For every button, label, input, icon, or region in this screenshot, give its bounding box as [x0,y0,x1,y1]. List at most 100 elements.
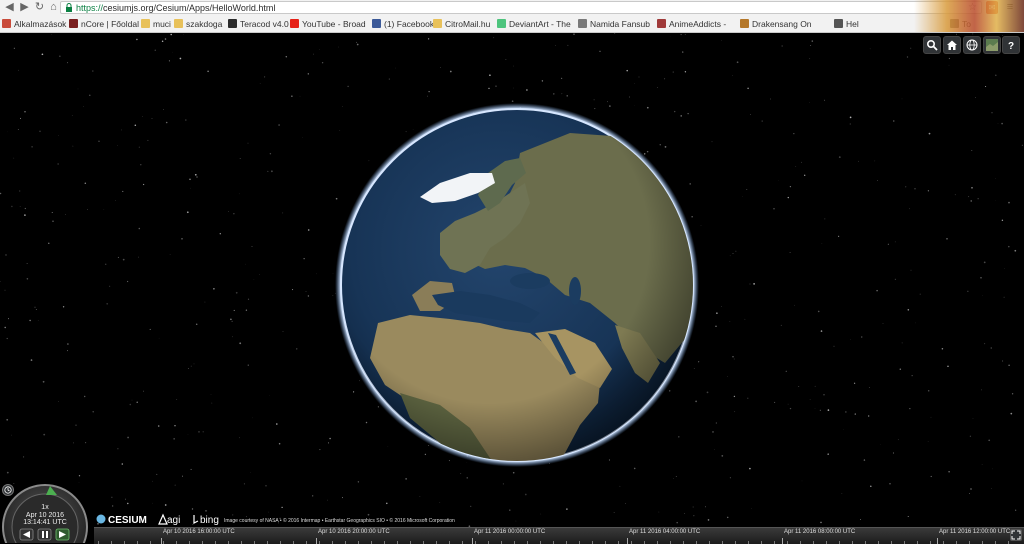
bookmarks-bar: Alkalmazások nCore | Főoldal muci szakdoga T… [0,16,1024,32]
bookmark-favicon-icon [657,19,666,28]
timeline-tick [627,538,628,544]
scene-mode-globe-icon [966,39,978,51]
navigation-bar: ◀ ▶ ↻ ⌂ https://cesiumjs.org/Cesium/Apps… [0,0,1024,16]
bookmark-favicon-icon [141,19,150,28]
timeline-tick [472,538,473,544]
bookmark-favicon-icon [497,19,506,28]
timeline-tick-label: Apr 11 2016 00:00:00 UTC [474,529,545,535]
navigation-help-button[interactable]: ? [1002,36,1020,54]
clock-readout: 1x Apr 10 2016 13:14:41 UTC [18,504,72,527]
globe[interactable] [0,33,1024,543]
bookmark-item[interactable]: DeviantArt - The [497,18,571,30]
url-text: https://cesiumjs.org/Cesium/Apps/HelloWo… [76,2,275,14]
home-icon [946,39,958,51]
bookmark-favicon-icon [950,19,959,28]
timeline-tick-label: Apr 11 2016 12:00:00 UTC [939,529,1010,535]
bookmark-label: AnimeAddicts - [669,19,726,29]
bookmark-label: Namida Fansub [590,19,650,29]
bookmark-favicon-icon [834,19,843,28]
bookmark-label: muci [153,19,171,29]
fullscreen-button[interactable] [1010,529,1022,541]
bookmark-item[interactable]: YouTube - Broad [290,18,366,30]
play-forward-button[interactable] [56,529,69,540]
cesium-viewer[interactable] [0,33,1024,543]
bookmark-label: Drakensang On [752,19,812,29]
bookmark-item[interactable]: AnimeAddicts - [657,18,726,30]
bookmark-label: CitroMail.hu [445,19,490,29]
clock-time: 13:14:41 UTC [18,519,72,527]
back-icon[interactable]: ◀ [3,1,16,14]
bookmark-item[interactable]: Alkalmazások [2,18,66,30]
bookmark-label: DeviantArt - The [509,19,571,29]
base-layer-picker-icon [986,39,998,51]
reload-icon[interactable]: ↻ [33,1,46,14]
credit-logos: CESIUM agi bing [96,512,221,526]
extension-icon[interactable]: ✉ [986,1,998,14]
bookmark-item[interactable]: To [950,18,971,30]
home-page-icon[interactable]: ⌂ [47,1,60,14]
base-layer-picker-button[interactable] [983,36,1001,54]
bookmark-label: (1) Facebook [384,19,434,29]
bookmark-label: To [962,19,971,29]
url-scheme: https:// [76,3,103,13]
bookmark-favicon-icon [740,19,749,28]
bookmark-item[interactable]: Drakensang On [740,18,812,30]
bookmark-label: nCore | Főoldal [81,19,139,29]
timeline-tick [316,538,317,544]
svg-text:?: ? [1008,41,1014,51]
scene-mode-button[interactable] [963,36,981,54]
agi-logo-icon [159,515,167,524]
bookmark-item[interactable]: (1) Facebook [372,18,434,30]
bookmark-item[interactable]: szakdoga [174,18,222,30]
cesium-logo[interactable]: CESIUM [108,515,147,526]
timeline-tick [937,538,938,544]
timeline-tick-label: Apr 10 2016 20:00:00 UTC [318,529,390,535]
home-button[interactable] [943,36,961,54]
timeline-tick [782,538,783,544]
bookmark-favicon-icon [69,19,78,28]
bookmark-label: Teracod v4.0 [240,19,289,29]
bookmark-label: Hel [846,19,859,29]
forward-icon[interactable]: ▶ [18,1,31,14]
bookmark-favicon-icon [228,19,237,28]
clock-date: Apr 10 2016 [18,512,72,520]
bookmark-item[interactable]: muci [141,18,171,30]
bookmark-item[interactable]: Namida Fansub [578,18,650,30]
bookmark-star-icon[interactable]: ☆ [968,2,977,14]
geocoder-button[interactable] [923,36,941,54]
bing-logo[interactable]: bing [200,515,219,526]
bookmark-favicon-icon [433,19,442,28]
bookmark-favicon-icon [578,19,587,28]
play-reverse-button[interactable] [20,529,33,540]
bookmark-label: Alkalmazások [14,19,66,29]
browser-menu-icon[interactable]: ≡ [1005,1,1015,14]
address-bar[interactable]: https://cesiumjs.org/Cesium/Apps/HelloWo… [60,1,982,14]
url-path: cesiumjs.org/Cesium/Apps/HelloWorld.html [103,3,275,13]
bookmark-favicon-icon [372,19,381,28]
bookmark-item[interactable]: Teracod v4.0 [228,18,289,30]
bookmark-label: szakdoga [186,19,222,29]
timeline-tick-label: Apr 11 2016 04:00:00 UTC [629,529,700,535]
bing-logo-icon [194,515,198,523]
bookmark-favicon-icon [290,19,299,28]
fullscreen-icon [1011,530,1021,540]
timeline-tick-label: Apr 11 2016 08:00:00 UTC [784,529,855,535]
pause-button[interactable] [38,529,51,540]
bookmark-item[interactable]: nCore | Főoldal [69,18,139,30]
timeline-tick-label: Apr 10 2016 16:00:00 UTC [163,529,235,535]
timeline[interactable]: Apr 10 2016 16:00:00 UTC Apr 10 2016 20:0… [94,527,1024,544]
bookmark-label: YouTube - Broad [302,19,366,29]
bookmark-favicon-icon [2,19,11,28]
navigation-help-icon: ? [1005,39,1017,51]
agi-logo[interactable]: agi [167,515,180,526]
browser-chrome: ◀ ▶ ↻ ⌂ https://cesiumjs.org/Cesium/Apps… [0,0,1024,33]
logo-strip: CESIUM agi bing [96,512,221,526]
imagery-credits: Image courtesy of NASA • © 2016 Intermap… [224,518,455,524]
timeline-tick [161,538,162,544]
cesium-logo-icon [97,515,106,524]
bookmark-item[interactable]: CitroMail.hu [433,18,490,30]
lock-icon [65,3,73,12]
bookmark-item[interactable]: Hel [834,18,859,30]
search-icon [926,39,938,51]
clock-speed: 1x [18,504,72,512]
